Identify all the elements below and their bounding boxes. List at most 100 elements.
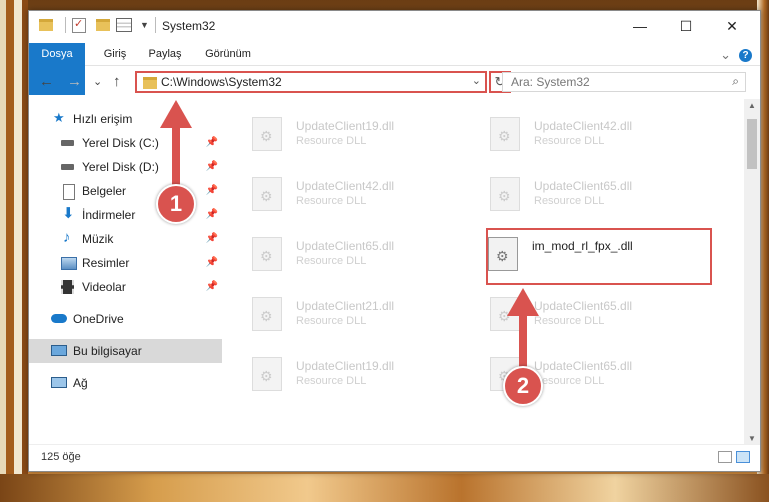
- file-explorer-window: ▼ System32 — ☐ ✕ Dosya Giriş Paylaş Görü…: [28, 10, 761, 472]
- file-item[interactable]: UpdateClient65.dll Resource DLL: [460, 171, 680, 223]
- videos-icon: [61, 280, 74, 294]
- address-path: C:\Windows\System32: [161, 75, 282, 89]
- recent-locations-button[interactable]: ⌄: [93, 75, 102, 88]
- file-name: UpdateClient19.dll: [296, 359, 395, 373]
- dll-file-icon: [252, 297, 282, 331]
- sidebar-item-music[interactable]: ♪ Müzik 📌: [29, 227, 222, 251]
- documents-icon: [63, 184, 75, 200]
- search-input[interactable]: Ara: System32 ⌕: [502, 72, 746, 92]
- search-icon: ⌕: [732, 74, 739, 88]
- tab-gorunum[interactable]: Görünüm: [199, 43, 257, 65]
- new-folder-icon[interactable]: [96, 19, 110, 31]
- sidebar-item-label: Videolar: [82, 280, 126, 294]
- dll-file-icon: [252, 117, 282, 151]
- file-name: UpdateClient65.dll: [296, 239, 395, 253]
- pin-icon[interactable]: 📌: [206, 203, 218, 227]
- chevron-down-icon[interactable]: ▼: [140, 20, 149, 30]
- file-name: UpdateClient19.dll: [296, 119, 395, 133]
- properties-check-icon[interactable]: [72, 17, 86, 33]
- sidebar-item-pictures[interactable]: Resimler 📌: [29, 251, 222, 275]
- sidebar-item-label: Ağ: [73, 376, 88, 390]
- dll-file-icon: [252, 177, 282, 211]
- dll-file-icon: [252, 357, 282, 391]
- tab-paylas[interactable]: Paylaş: [143, 43, 187, 65]
- star-icon: ★: [53, 110, 65, 125]
- music-icon: ♪: [63, 229, 71, 246]
- download-icon: ⬇: [62, 205, 75, 222]
- highlight-box: [486, 228, 712, 285]
- pin-icon[interactable]: 📌: [206, 227, 218, 251]
- computer-icon: [51, 345, 67, 356]
- file-name: UpdateClient65.dll: [534, 179, 633, 193]
- file-item[interactable]: UpdateClient42.dll Resource DLL: [460, 111, 680, 163]
- arrow-up-icon: [507, 288, 539, 316]
- sidebar-item-label: Müzik: [82, 232, 114, 246]
- sidebar-item-label: Belgeler: [82, 184, 127, 198]
- sidebar-item-local-disk-d[interactable]: Yerel Disk (D:) 📌: [29, 155, 222, 179]
- up-button[interactable]: ↑: [113, 73, 121, 90]
- step-badge-1: 1: [156, 184, 196, 224]
- file-item[interactable]: UpdateClient21.dll Resource DLL: [222, 291, 442, 343]
- arrow-shaft: [172, 126, 180, 186]
- file-item[interactable]: UpdateClient19.dll Resource DLL: [222, 351, 442, 403]
- tiles-view-icon[interactable]: [736, 451, 750, 463]
- file-item[interactable]: UpdateClient42.dll Resource DLL: [222, 171, 442, 223]
- file-item[interactable]: UpdateClient19.dll Resource DLL: [222, 111, 442, 163]
- pin-icon[interactable]: 📌: [206, 155, 218, 179]
- pin-icon[interactable]: 📌: [206, 131, 218, 155]
- customize-icon[interactable]: [116, 18, 132, 32]
- file-type: Resource DLL: [534, 375, 605, 387]
- sidebar-item-this-pc[interactable]: Bu bilgisayar: [29, 339, 222, 363]
- sidebar-item-videos[interactable]: Videolar 📌: [29, 275, 222, 299]
- status-bar: 125 öğe: [29, 444, 760, 471]
- arrow-up-icon: [160, 100, 192, 128]
- ribbon-tabs: Dosya Giriş Paylaş Görünüm ⌄ ?: [29, 43, 760, 95]
- address-bar[interactable]: C:\Windows\System32 ⌄: [135, 71, 487, 93]
- sidebar-item-quick-access[interactable]: ★ Hızlı erişim: [29, 107, 222, 131]
- scroll-up-icon[interactable]: ▲: [744, 101, 760, 110]
- back-button[interactable]: ←: [39, 73, 54, 90]
- file-item[interactable]: UpdateClient65.dll Resource DLL: [460, 291, 680, 343]
- details-view-icon[interactable]: [718, 451, 732, 463]
- minimize-button[interactable]: —: [617, 11, 663, 41]
- cloud-icon: [51, 314, 67, 323]
- scrollbar-thumb[interactable]: [747, 119, 757, 169]
- navigation-bar: ← → ⌄ ↑ C:\Windows\System32 ⌄ ↻ Ara: Sys…: [29, 67, 760, 97]
- file-type: Resource DLL: [296, 315, 367, 327]
- vertical-scrollbar[interactable]: ▲ ▼: [744, 99, 760, 445]
- window-title: System32: [162, 19, 216, 33]
- pin-icon[interactable]: 📌: [206, 275, 218, 299]
- file-type: Resource DLL: [534, 135, 605, 147]
- pin-icon[interactable]: 📌: [206, 179, 218, 203]
- scroll-down-icon[interactable]: ▼: [744, 434, 760, 443]
- sidebar-item-local-disk-c[interactable]: Yerel Disk (C:) 📌: [29, 131, 222, 155]
- dll-file-icon: [490, 177, 520, 211]
- file-item[interactable]: UpdateClient65.dll Resource DLL: [222, 231, 442, 283]
- chevron-down-icon[interactable]: ⌄: [472, 74, 481, 87]
- file-name: UpdateClient65.dll: [534, 359, 633, 373]
- close-button[interactable]: ✕: [709, 11, 755, 41]
- sidebar-item-label: İndirmeler: [82, 208, 136, 222]
- file-name: UpdateClient21.dll: [296, 299, 395, 313]
- drive-icon: [61, 164, 74, 170]
- file-type: Resource DLL: [296, 195, 367, 207]
- file-name: UpdateClient42.dll: [534, 119, 633, 133]
- file-name: UpdateClient42.dll: [296, 179, 395, 193]
- sidebar-item-onedrive[interactable]: OneDrive: [29, 307, 222, 331]
- divider: [65, 17, 66, 33]
- pin-icon[interactable]: 📌: [206, 251, 218, 275]
- title-bar: ▼ System32 — ☐ ✕: [29, 11, 760, 43]
- sidebar-item-network[interactable]: Ağ: [29, 371, 222, 395]
- maximize-button[interactable]: ☐: [663, 11, 709, 41]
- tab-giris[interactable]: Giriş: [95, 43, 135, 65]
- divider: [154, 17, 156, 33]
- file-item[interactable]: UpdateClient65.dll Resource DLL: [460, 351, 680, 403]
- desktop-wallpaper-bottom: [0, 474, 769, 502]
- sidebar-item-label: Bu bilgisayar: [73, 344, 142, 358]
- expand-ribbon-icon[interactable]: ⌄: [720, 47, 731, 63]
- search-placeholder: Ara: System32: [511, 75, 590, 89]
- help-icon[interactable]: ?: [739, 48, 752, 62]
- pictures-icon: [61, 257, 77, 270]
- forward-button[interactable]: →: [67, 73, 82, 90]
- sidebar-item-label: Yerel Disk (C:): [82, 136, 159, 150]
